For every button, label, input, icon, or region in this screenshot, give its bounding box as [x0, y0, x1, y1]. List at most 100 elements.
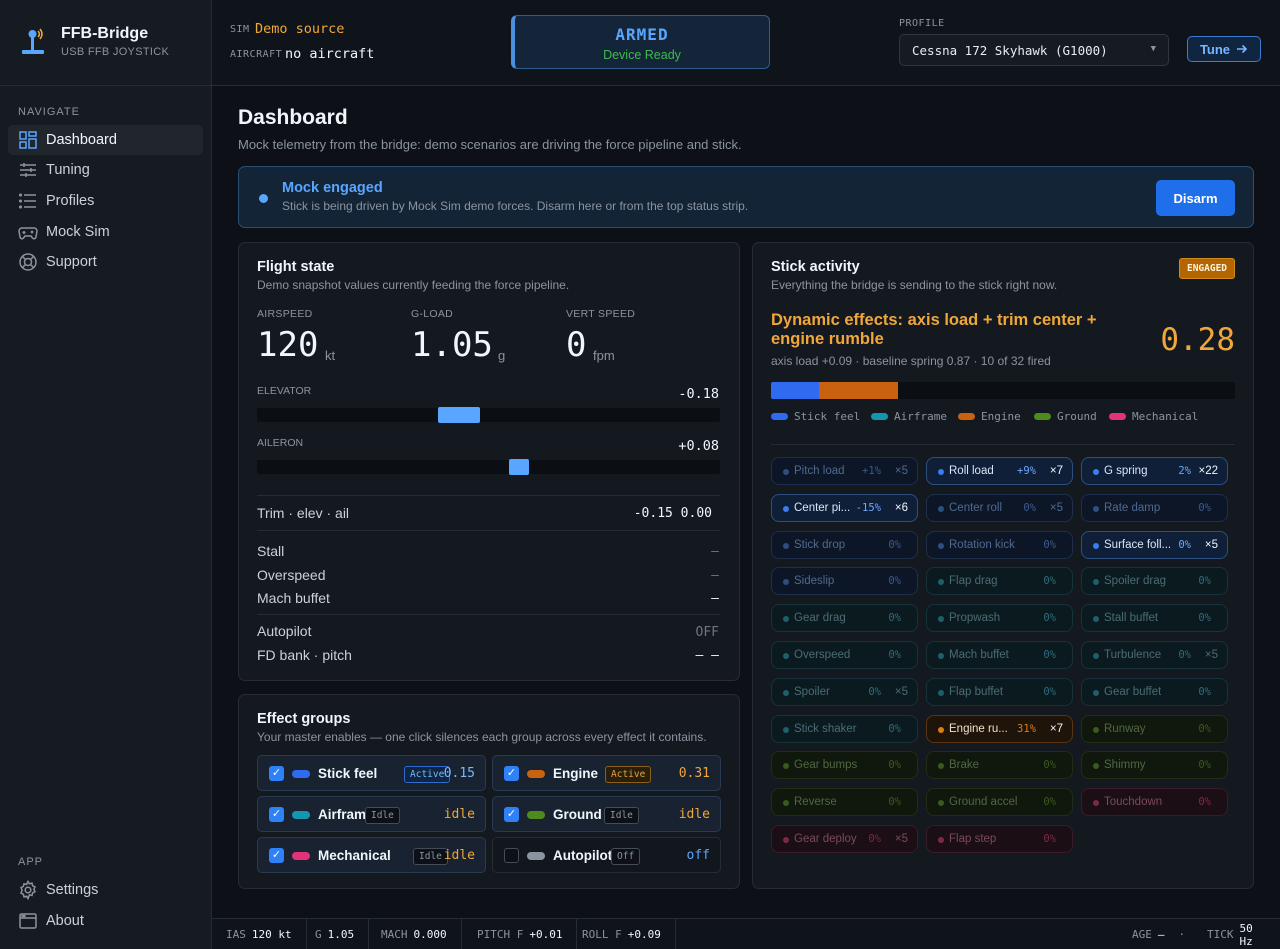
group-value: off — [686, 848, 710, 863]
effect-chip[interactable]: Flap step 0% — [926, 825, 1073, 853]
profile-select[interactable]: Cessna 172 Skyhawk (G1000) ▼ — [899, 34, 1169, 66]
effect-percent: 0% — [1043, 796, 1056, 809]
checkbox[interactable] — [504, 848, 519, 863]
effect-name: G spring — [1104, 465, 1148, 477]
effect-status-dot — [783, 579, 789, 586]
status-ias: IAS 120 kt — [212, 919, 307, 949]
status-value: 50 Hz — [1239, 921, 1253, 948]
effect-chip[interactable]: Propwash 0% — [926, 604, 1073, 633]
effect-status-dot — [938, 800, 944, 807]
tune-button[interactable]: Tune — [1187, 36, 1261, 62]
effect-name: Flap drag — [949, 575, 998, 588]
effect-status-dot — [783, 616, 789, 623]
effect-percent: +1% — [862, 465, 881, 477]
group-state-badge: Off — [611, 848, 641, 865]
effect-count: ×5 — [894, 465, 908, 477]
effect-chip[interactable]: Pitch load +1% ×5 — [771, 457, 918, 485]
effect-chip[interactable]: Stall buffet 0% — [1081, 604, 1228, 633]
sidebar-item-dashboard[interactable]: Dashboard — [8, 125, 203, 155]
effect-group-stick-feel[interactable]: ✓ Stick feel Active 0.15 — [257, 755, 486, 791]
effect-status-dot — [783, 653, 789, 659]
checkbox[interactable]: ✓ — [269, 766, 284, 781]
effect-chip[interactable]: Rotation kick 0% — [926, 530, 1073, 559]
effect-chip[interactable]: Spoiler drag 0% — [1081, 567, 1228, 596]
effect-status-dot — [783, 837, 789, 843]
effect-status-dot — [938, 579, 944, 586]
effect-status-dot — [783, 542, 789, 549]
effect-chip[interactable]: Gear buffet 0% — [1081, 677, 1228, 706]
effect-chip[interactable]: G spring 2% ×22 — [1081, 457, 1228, 485]
effect-chip[interactable]: Flap buffet 0% — [926, 677, 1073, 706]
effect-chip[interactable]: Reverse 0% — [771, 788, 918, 817]
effect-status-dot — [1093, 469, 1099, 475]
effect-chip[interactable]: Runway 0% — [1081, 714, 1228, 743]
sidebar-item-label: About — [46, 913, 84, 929]
sidebar-item-settings[interactable]: Settings — [8, 875, 203, 905]
effect-chip[interactable]: Stick drop 0% — [771, 530, 918, 559]
list-icon — [18, 193, 36, 209]
effect-chip[interactable]: Rate damp 0% — [1081, 493, 1228, 522]
effect-chip[interactable]: Center pi... -15% ×6 — [771, 493, 918, 522]
sidebar-item-tuning[interactable]: Tuning — [8, 155, 203, 185]
sidebar-item-profiles[interactable]: Profiles — [8, 186, 203, 216]
effect-name: Propwash — [949, 612, 1001, 625]
device-status-indicator[interactable]: ARMED Device Ready — [511, 15, 770, 69]
effect-percent: 0% — [1198, 612, 1211, 625]
card-title: Stick activity — [771, 259, 860, 275]
effect-chip[interactable]: Gear drag 0% — [771, 604, 918, 633]
effect-name: Spoiler — [794, 685, 830, 698]
grid-icon — [19, 131, 37, 149]
effect-chip[interactable]: Brake 0% — [926, 751, 1073, 780]
divider — [257, 530, 720, 531]
effect-chip[interactable]: Turbulence 0% ×5 — [1081, 641, 1228, 669]
effect-percent: 0% — [1043, 685, 1056, 698]
dynamic-effects-value: 0.28 — [1160, 322, 1235, 358]
window-icon — [19, 913, 37, 929]
legend-swatch — [958, 413, 975, 420]
page-subtitle: Mock telemetry from the bridge: demo sce… — [238, 137, 742, 152]
effect-chip[interactable]: Touchdown 0% — [1081, 788, 1228, 817]
effect-count: ×5 — [894, 685, 908, 698]
sim-value: Demo source — [255, 21, 345, 37]
disarm-button[interactable]: Disarm — [1156, 180, 1235, 216]
status-value: 120 kt — [251, 928, 292, 941]
effect-chip[interactable]: Spoiler 0% ×5 — [771, 677, 918, 706]
checkbox[interactable]: ✓ — [504, 766, 519, 781]
effect-group-ground[interactable]: ✓ Ground Idle idle — [492, 796, 721, 832]
effect-chip[interactable]: Shimmy 0% — [1081, 751, 1228, 780]
effect-chip[interactable]: Center roll 0% ×5 — [926, 493, 1073, 522]
sidebar-item-support[interactable]: Support — [8, 247, 203, 277]
effect-chip[interactable]: Sideslip 0% — [771, 567, 918, 596]
autopilot-value: OFF — [695, 625, 719, 640]
sidebar-item-about[interactable]: About — [8, 906, 203, 936]
effect-percent: 0% — [1043, 833, 1056, 845]
engaged-badge: ENGAGED — [1179, 258, 1235, 279]
effect-group-autopilot[interactable]: Autopilot Off off — [492, 837, 721, 873]
effect-chip[interactable]: Mach buffet 0% — [926, 641, 1073, 669]
effect-name: Shimmy — [1104, 759, 1146, 772]
legend-swatch — [1109, 413, 1126, 420]
effect-chip[interactable]: Overspeed 0% — [771, 641, 918, 669]
checkbox[interactable]: ✓ — [269, 848, 284, 863]
effect-group-mechanical[interactable]: ✓ Mechanical Idle idle — [257, 837, 486, 873]
effect-chip[interactable]: Roll load +9% ×7 — [926, 457, 1073, 485]
mix-segment — [819, 382, 899, 399]
effect-chip[interactable]: Gear bumps 0% — [771, 751, 918, 780]
effect-group-airframe[interactable]: ✓ Airframe Idle idle — [257, 796, 486, 832]
effect-group-engine[interactable]: ✓ Engine Active 0.31 — [492, 755, 721, 791]
effect-chip[interactable]: Ground accel 0% — [926, 788, 1073, 817]
effect-chip[interactable]: Flap drag 0% — [926, 567, 1073, 596]
sidebar-item-mock-sim[interactable]: Mock Sim — [8, 217, 203, 247]
checkbox[interactable]: ✓ — [504, 807, 519, 822]
effect-name: Center pi... — [794, 501, 851, 514]
effect-name: Pitch load — [794, 465, 845, 477]
checkbox[interactable]: ✓ — [269, 807, 284, 822]
autopilot-label: Autopilot — [257, 623, 312, 639]
effect-chip[interactable]: Stick shaker 0% — [771, 714, 918, 743]
effect-chip[interactable]: Surface foll... 0% ×5 — [1081, 530, 1228, 559]
aileron-label: AILERON — [257, 437, 304, 449]
effect-chip[interactable]: Gear deploy 0% ×5 — [771, 825, 918, 853]
effect-chip[interactable]: Engine ru... 31% ×7 — [926, 714, 1073, 743]
status-label: ROLL F — [582, 928, 622, 941]
status-title: ARMED — [615, 25, 669, 44]
